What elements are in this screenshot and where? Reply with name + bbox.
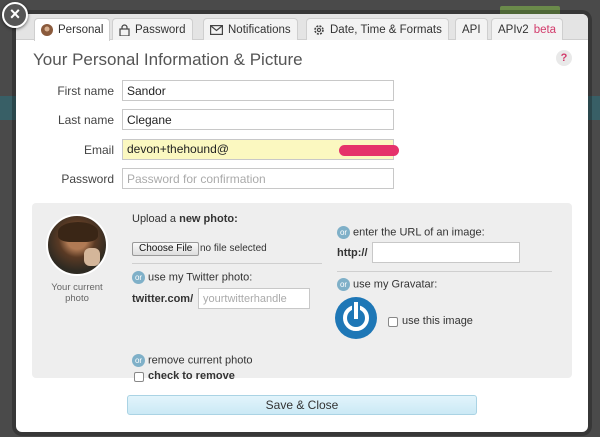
or-badge: or xyxy=(337,278,350,291)
password-label: Password xyxy=(61,172,114,186)
email-label: Email xyxy=(83,143,114,157)
save-close-button[interactable]: Save & Close xyxy=(127,395,477,415)
or-badge: or xyxy=(132,354,145,367)
tab-label: Date, Time & Formats xyxy=(330,23,442,36)
first-name-field[interactable] xyxy=(122,80,394,101)
gear-icon xyxy=(314,24,324,35)
use-this-image-label: use this image xyxy=(402,315,473,327)
choose-file-button[interactable]: Choose File xyxy=(132,242,200,256)
page-title: Your Personal Information & Picture xyxy=(33,50,303,69)
help-icon[interactable]: ? xyxy=(556,50,572,66)
tab-apiv2[interactable]: APIv2 beta xyxy=(491,18,564,40)
last-name-label: Last name xyxy=(57,113,114,127)
first-name-label: First name xyxy=(57,84,114,98)
or-badge: or xyxy=(337,226,350,239)
tab-label: APIv2 xyxy=(498,23,529,36)
image-url-input[interactable] xyxy=(372,242,520,263)
divider xyxy=(132,263,322,264)
redaction-mark xyxy=(339,145,399,156)
gravatar-option: or use my Gravatar: xyxy=(337,278,437,291)
avatar-caption: Your current photo xyxy=(51,282,103,304)
avatar xyxy=(46,214,108,276)
check-to-remove-label: check to remove xyxy=(148,370,235,382)
url-option: or enter the URL of an image: xyxy=(337,226,485,239)
tab-notifications[interactable]: Notifications xyxy=(203,18,298,40)
or-badge: or xyxy=(132,271,145,284)
remove-photo-option: or remove current photo xyxy=(132,354,253,367)
user-avatar-icon xyxy=(41,24,53,36)
tab-bar: Personal Password Notifications Date, Ti… xyxy=(16,14,588,41)
twitter-option[interactable]: or use my Twitter photo: xyxy=(132,271,252,284)
tab-label: Notifications xyxy=(228,23,291,36)
remove-photo-checkbox[interactable] xyxy=(134,372,144,382)
envelope-icon xyxy=(210,24,223,35)
lock-icon xyxy=(119,23,130,36)
password-field[interactable] xyxy=(122,168,394,189)
beta-badge: beta xyxy=(533,23,557,36)
email-field[interactable]: devon+thehound@ xyxy=(122,139,399,160)
tab-date-time-formats[interactable]: Date, Time & Formats xyxy=(306,18,449,40)
profile-modal: Personal Password Notifications Date, Ti… xyxy=(16,14,588,432)
http-prefix: http:// xyxy=(337,247,368,259)
tab-label: Personal xyxy=(58,24,104,36)
close-icon[interactable]: × xyxy=(2,2,28,28)
tab-label: API xyxy=(462,23,481,36)
use-gravatar-checkbox[interactable] xyxy=(388,317,398,327)
tab-personal[interactable]: Personal xyxy=(34,18,111,41)
tab-password[interactable]: Password xyxy=(112,18,193,40)
divider xyxy=(337,271,552,272)
last-name-field[interactable] xyxy=(122,109,394,130)
no-file-text: no file selected xyxy=(200,243,267,254)
upload-label: Upload a new photo: xyxy=(132,213,238,225)
photo-panel: Your current photo Upload a new photo: C… xyxy=(32,203,572,382)
twitter-prefix: twitter.com/ xyxy=(132,293,194,305)
email-value: devon+thehound@ xyxy=(127,142,229,156)
gravatar-logo-icon xyxy=(335,297,377,339)
tab-api[interactable]: API xyxy=(455,18,488,40)
tab-label: Password xyxy=(135,23,186,36)
twitter-handle-input[interactable] xyxy=(198,288,310,309)
